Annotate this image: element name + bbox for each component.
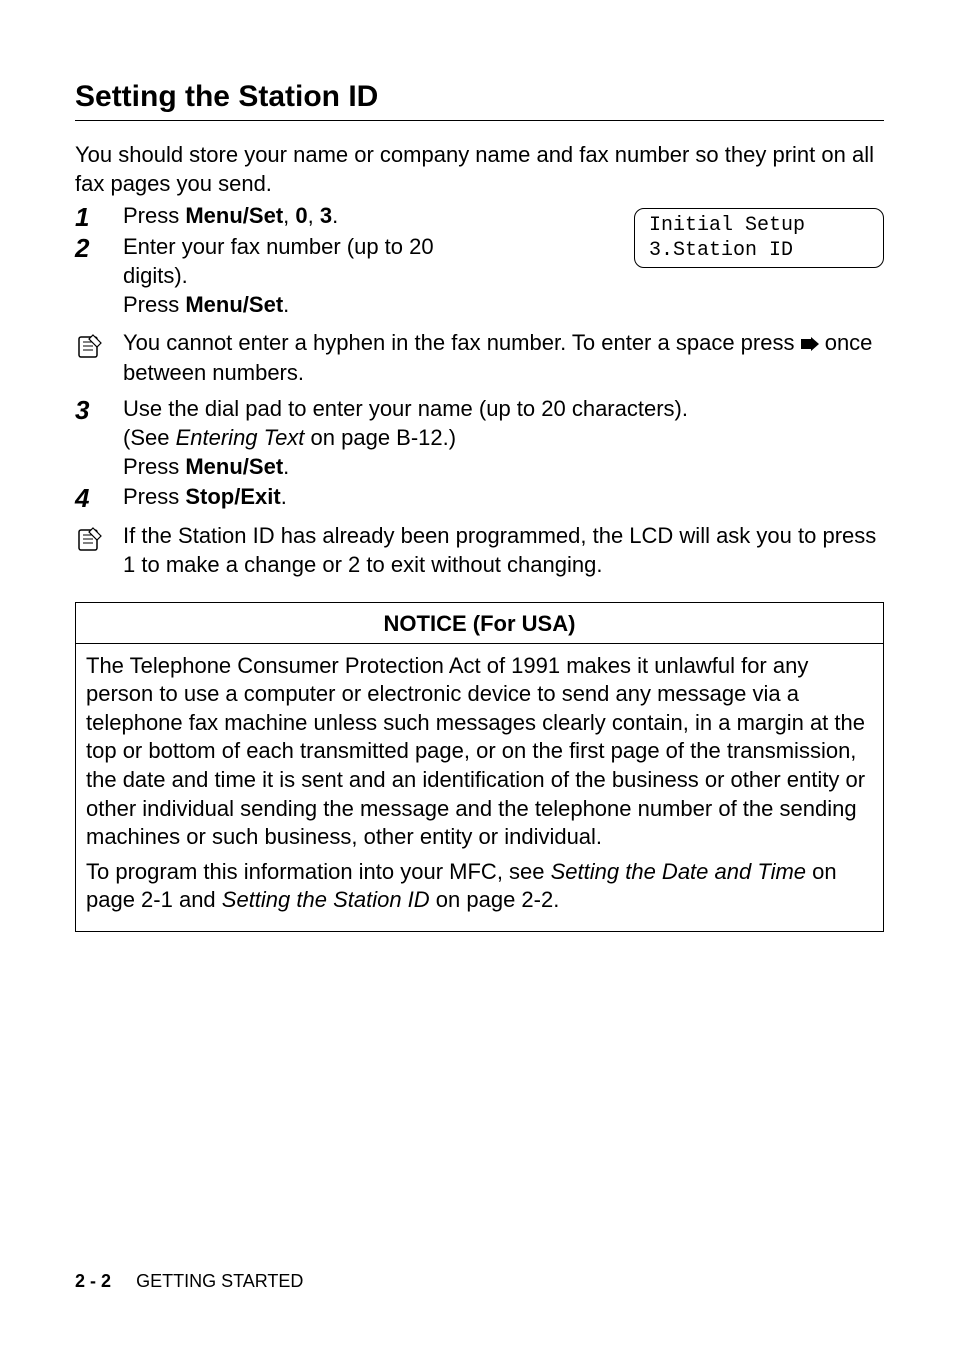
note-2-body: If the Station ID has already been progr…: [123, 522, 884, 579]
notice-body: The Telephone Consumer Protection Act of…: [76, 644, 883, 931]
text: .: [281, 484, 287, 509]
step-4: 4 Press Stop/Exit.: [75, 483, 884, 512]
step-2-body: Enter your fax number (up to 20 digits).…: [123, 233, 453, 319]
xref-setting-date-time: Setting the Date and Time: [551, 859, 806, 884]
notice-box: NOTICE (For USA) The Telephone Consumer …: [75, 602, 884, 932]
chapter-name: GETTING STARTED: [136, 1271, 303, 1291]
notice-paragraph-2: To program this information into your MF…: [86, 858, 873, 915]
step-number: 3: [75, 395, 123, 424]
step-3-body: Use the dial pad to enter your name (up …: [123, 395, 884, 481]
text: on page B-12.): [304, 425, 456, 450]
note-1: You cannot enter a hyphen in the fax num…: [75, 329, 884, 387]
text: Enter your fax number (up to 20 digits).: [123, 233, 453, 290]
step-4-body: Press Stop/Exit.: [123, 483, 884, 512]
text: Use the dial pad to enter your name (up …: [123, 395, 884, 424]
text: Press: [123, 484, 185, 509]
text: You cannot enter a hyphen in the fax num…: [123, 330, 801, 355]
key-menu-set: Menu/Set: [185, 292, 283, 317]
text: (See: [123, 425, 176, 450]
text: .: [283, 454, 289, 479]
text: on page 2-2.: [430, 887, 560, 912]
note-icon: [75, 329, 123, 361]
page-number: 2 - 2: [75, 1271, 111, 1291]
text: to make a change or: [135, 552, 348, 577]
lcd-line-2: 3.Station ID: [649, 238, 869, 263]
xref-setting-station-id: Setting the Station ID: [222, 887, 430, 912]
key-menu-set: Menu/Set: [185, 203, 283, 228]
lcd-line-1: Initial Setup: [649, 213, 869, 238]
section-heading: Setting the Station ID: [75, 80, 884, 121]
text: to exit without changing.: [360, 552, 602, 577]
text: Press: [123, 203, 185, 228]
xref-entering-text: Entering Text: [176, 425, 305, 450]
note-1-body: You cannot enter a hyphen in the fax num…: [123, 329, 884, 387]
arrow-right-icon: [801, 330, 819, 359]
steps-block: Initial Setup 3.Station ID 1 Press Menu/…: [75, 202, 884, 579]
key-1: 1: [123, 552, 135, 577]
step-number: 1: [75, 202, 123, 231]
text: ,: [308, 203, 320, 228]
note-icon: [75, 522, 123, 554]
intro-paragraph: You should store your name or company na…: [75, 141, 884, 198]
notice-title: NOTICE (For USA): [76, 603, 883, 644]
step-number: 4: [75, 483, 123, 512]
text: ,: [283, 203, 295, 228]
page-container: Setting the Station ID You should store …: [0, 0, 954, 1352]
step-3: 3 Use the dial pad to enter your name (u…: [75, 395, 884, 481]
text: To program this information into your MF…: [86, 859, 551, 884]
text: .: [283, 292, 289, 317]
note-2: If the Station ID has already been progr…: [75, 522, 884, 579]
lcd-display: Initial Setup 3.Station ID: [634, 208, 884, 268]
page-footer: 2 - 2 GETTING STARTED: [75, 1271, 303, 1292]
key-3: 3: [320, 203, 332, 228]
text: Press: [123, 292, 185, 317]
key-0: 0: [295, 203, 307, 228]
step-number: 2: [75, 233, 123, 262]
key-2: 2: [348, 552, 360, 577]
text: If the Station ID has already been progr…: [123, 523, 876, 548]
key-stop-exit: Stop/Exit: [185, 484, 280, 509]
text: Press: [123, 454, 185, 479]
text: .: [332, 203, 338, 228]
key-menu-set: Menu/Set: [185, 454, 283, 479]
notice-paragraph-1: The Telephone Consumer Protection Act of…: [86, 652, 873, 852]
